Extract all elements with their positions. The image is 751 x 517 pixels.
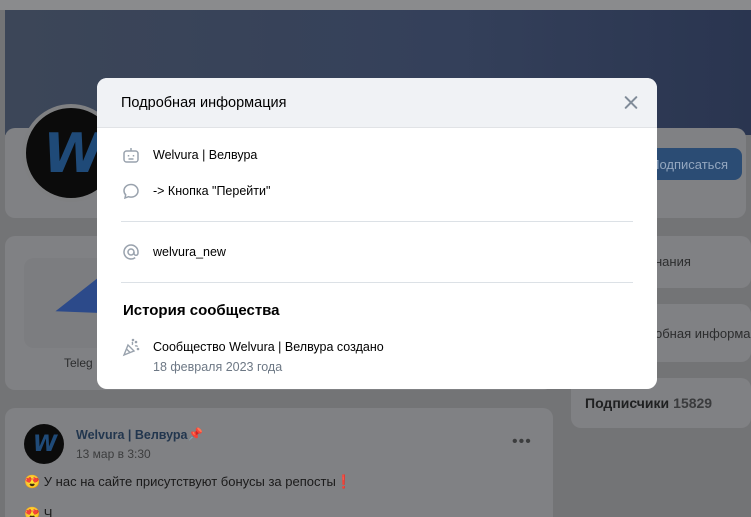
history-title: История сообщества [123,302,280,319]
post-card [5,408,553,517]
action-button-info: -> Кнопка "Перейти" [153,184,271,198]
close-icon[interactable] [621,93,641,113]
history-created-date: 18 февраля 2023 года [153,360,283,374]
info-row-name: Welvura | Велвура [121,145,257,165]
subscribers-info[interactable]: Подписчики 15829 [585,395,712,411]
modal-title: Подробная информация [121,94,287,111]
subscribers-count: 15829 [673,395,713,411]
at-icon [121,242,141,262]
info-row-button: -> Кнопка "Перейти" [121,181,270,201]
modal-header: Подробная информация [97,78,657,128]
post-author[interactable]: Welvura | Велвура [76,428,188,442]
message-icon [121,181,141,201]
side-item-1[interactable]: нания [655,254,691,269]
details-modal: Подробная информация Welvura | Велвура -… [97,78,657,389]
telegram-link-label: Teleg [64,356,93,370]
post-text: 😍 У нас на сайте присутствуют бонусы за … [24,474,352,489]
subscribers-label: Подписчики [585,395,670,411]
pin-icon: 📌 [188,427,203,441]
community-name: Welvura | Велвура [153,148,258,162]
post-date[interactable]: 13 мар в 3:30 [76,447,151,461]
divider [121,282,633,283]
post-author-avatar[interactable]: W [24,424,64,464]
top-bar [0,0,751,10]
post-text-2: 😍 Ч [24,506,53,517]
divider [121,221,633,222]
history-created-text: Сообщество Welvura | Велвура создано [153,340,384,354]
post-more-icon[interactable]: ••• [512,433,532,451]
info-row-address: welvura_new [121,242,226,262]
side-item-2[interactable]: обная информа [655,326,751,341]
avatar-logo: W [43,121,103,185]
community-address[interactable]: welvura_new [153,245,226,259]
post-avatar-logo: W [32,431,57,457]
bot-icon [121,145,141,165]
party-popper-icon [121,338,141,358]
